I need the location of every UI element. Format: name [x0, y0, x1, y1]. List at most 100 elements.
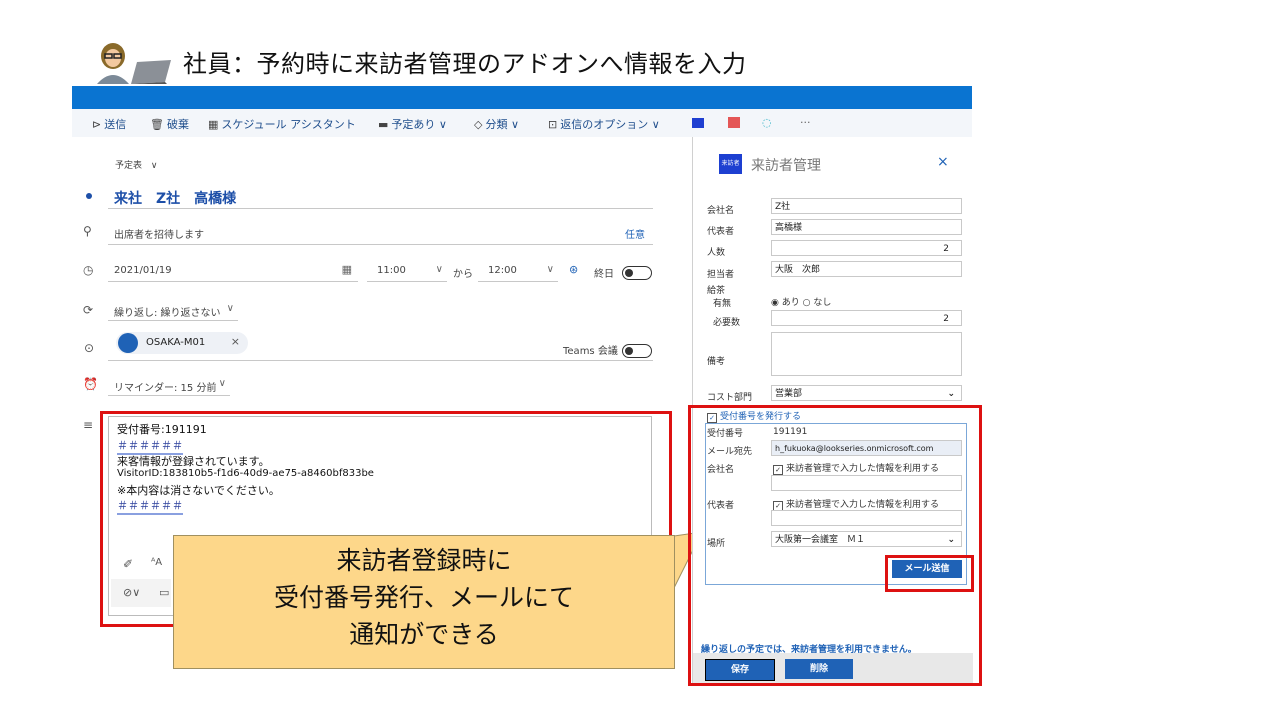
- outlook-header-bar: [72, 86, 972, 109]
- date-field[interactable]: 2021/01/19 ▦: [108, 261, 358, 282]
- callout-line-2: 受付番号発行、メールにて: [273, 583, 574, 612]
- chevron-down-icon: ∨: [435, 264, 443, 275]
- representative-input[interactable]: 高橋様: [771, 219, 962, 235]
- send-button[interactable]: ⊳ 送信: [92, 116, 126, 132]
- company-input[interactable]: Z社: [771, 198, 962, 214]
- notes-label: 備考: [707, 357, 726, 367]
- discard-button[interactable]: 🗑 破棄: [150, 116, 189, 132]
- addin-red-icon[interactable]: [728, 117, 740, 128]
- location-icon: ⊙: [84, 341, 95, 355]
- tag-icon: ◇: [474, 118, 483, 131]
- teams-label: Teams 会議: [563, 346, 618, 357]
- scheduling-assistant-button[interactable]: ▦ スケジュール アシスタント: [208, 116, 356, 132]
- start-time-dropdown[interactable]: 11:00 ∨: [367, 261, 447, 282]
- to-label: から: [453, 269, 473, 280]
- calendar-selector[interactable]: 予定表 ∨: [115, 158, 157, 171]
- repeat-dropdown[interactable]: 繰り返し: 繰り返さない ∨: [108, 300, 238, 321]
- send-icon: ⊳: [92, 118, 102, 131]
- staff-label: 担当者: [707, 270, 735, 280]
- end-time-dropdown[interactable]: 12:00 ∨: [478, 261, 558, 282]
- panel-title: 来訪者管理: [751, 158, 821, 174]
- reminder-value: リマインダー: 15 分前: [114, 383, 217, 394]
- categorize-dropdown[interactable]: ◇ 分類 ∨: [474, 116, 519, 132]
- date-value: 2021/01/19: [114, 265, 172, 276]
- callout-line-1: 来訪者登録時に: [336, 546, 512, 575]
- person-icon: ⚲: [83, 224, 92, 238]
- chevron-down-icon: ∨: [226, 303, 234, 314]
- optional-attendees-link[interactable]: 任意: [625, 226, 645, 241]
- chevron-down-icon: ∨: [651, 118, 660, 131]
- visitor-addin-icon[interactable]: [692, 118, 704, 128]
- clock-icon: ◷: [83, 263, 94, 277]
- response-label: 返信のオプション: [560, 118, 649, 131]
- show-as-dropdown[interactable]: ▬ 予定あり ∨: [378, 116, 447, 132]
- send-mail-highlight-box: [885, 555, 974, 592]
- callout-line-3: 通知ができる: [349, 620, 499, 649]
- room-avatar: [118, 333, 138, 353]
- tea-count-input[interactable]: 2: [771, 310, 962, 326]
- addin-swirl-icon[interactable]: ◌: [762, 116, 772, 129]
- title-text: 来社 Z社 高橋様: [114, 191, 237, 207]
- categorize-label: 分類: [485, 118, 508, 131]
- title-field[interactable]: 来社 Z社 高橋様: [108, 186, 653, 209]
- count-label: 人数: [707, 248, 726, 258]
- tea-count-label: 必要数: [713, 318, 741, 328]
- repeat-icon: ⟳: [83, 303, 94, 317]
- representative-label: 代表者: [707, 227, 735, 237]
- panel-highlight-box: [688, 405, 982, 686]
- notes-textarea[interactable]: [771, 332, 962, 376]
- response-options-dropdown[interactable]: ⊡ 返信のオプション ∨: [548, 116, 660, 132]
- tea-no-label: なし: [813, 298, 832, 308]
- tea-yesno-label: 有無: [713, 299, 732, 309]
- cost-dept-select[interactable]: 営業部 ⌄: [771, 385, 962, 401]
- employee-icon: [97, 43, 171, 84]
- end-time-value: 12:00: [488, 265, 517, 276]
- more-button[interactable]: ···: [800, 116, 811, 129]
- chevron-down-icon: ∨: [546, 264, 554, 275]
- attendees-placeholder: 出席者を招待します: [114, 230, 204, 241]
- tea-label: 給茶: [707, 286, 726, 296]
- teams-toggle[interactable]: [622, 340, 652, 359]
- cost-dept-label: コスト部門: [707, 393, 753, 403]
- room-name: OSAKA-M01: [146, 337, 206, 348]
- alarm-icon: ⏰: [83, 377, 98, 391]
- calendar-label: 予定表: [115, 161, 143, 171]
- busy-label: 予定あり: [391, 118, 436, 131]
- all-day-toggle[interactable]: [622, 262, 652, 281]
- callout-box: 来訪者登録時に 受付番号発行、メールにて 通知ができる: [173, 535, 675, 669]
- staff-input[interactable]: 大阪 次郎: [771, 261, 962, 277]
- chevron-down-icon: ∨: [510, 118, 520, 131]
- trash-icon: 🗑: [150, 118, 164, 131]
- radio-selected-icon[interactable]: ◉: [771, 298, 779, 308]
- timezone-icon[interactable]: ⊛: [569, 263, 578, 276]
- chevron-down-icon: ∨: [150, 161, 158, 171]
- chevron-down-icon: ⌄: [947, 389, 955, 399]
- addin-logo: 来訪者: [719, 154, 742, 174]
- chevron-down-icon: ∨: [218, 378, 226, 389]
- radio-empty-icon[interactable]: ○: [803, 298, 811, 308]
- scheduling-label: スケジュール アシスタント: [221, 118, 356, 131]
- start-time-value: 11:00: [377, 265, 406, 276]
- calendar-picker-icon: ▦: [341, 263, 352, 276]
- room-chip[interactable]: OSAKA-M01 ×: [116, 332, 248, 354]
- title-dot: [86, 193, 92, 199]
- cost-dept-value: 営業部: [775, 389, 803, 399]
- count-input[interactable]: 2: [771, 240, 962, 256]
- notes-icon: ≡: [83, 418, 94, 432]
- tea-yes-label: あり: [781, 298, 800, 308]
- all-day-label: 終日: [594, 269, 614, 280]
- tea-radio-group[interactable]: ◉ あり ○ なし: [771, 295, 831, 308]
- toolbar: ⊳ 送信 🗑 破棄 ▦ スケジュール アシスタント ▬ 予定あり ∨ ◇ 分類 ∨ ⊡ 返信…: [72, 109, 972, 137]
- attendees-input[interactable]: 出席者を招待します 任意: [108, 222, 653, 245]
- send-label: 送信: [104, 118, 127, 131]
- discard-label: 破棄: [166, 118, 189, 131]
- reminder-dropdown[interactable]: リマインダー: 15 分前 ∨: [108, 375, 230, 396]
- company-label: 会社名: [707, 206, 735, 216]
- chevron-down-icon: ∨: [438, 118, 447, 131]
- remove-room-icon[interactable]: ×: [231, 335, 240, 348]
- calendar-icon: ▦: [208, 118, 219, 131]
- location-field[interactable]: OSAKA-M01 × Teams 会議: [108, 330, 653, 361]
- close-icon[interactable]: ×: [937, 154, 949, 170]
- slide-title: 社員：予約時に来訪者管理のアドオンへ情報を入力: [183, 50, 747, 78]
- reply-options-icon: ⊡: [548, 118, 558, 131]
